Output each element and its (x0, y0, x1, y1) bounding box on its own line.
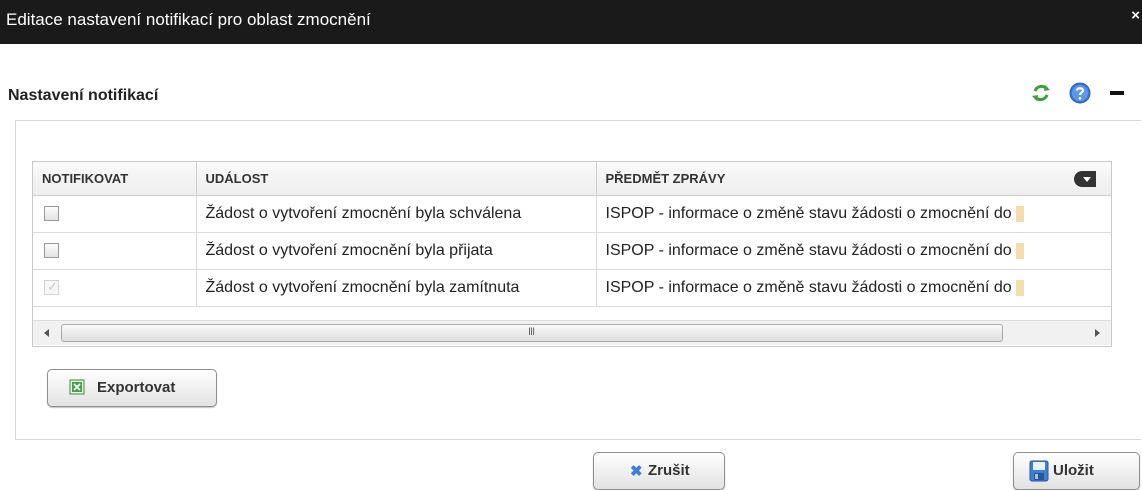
cancel-x-icon: ✖ (630, 463, 643, 480)
notify-checkbox: ✓ (44, 279, 59, 296)
cut-off-cell-marker (1015, 205, 1024, 222)
section-title: Nastavení notifikací (8, 87, 159, 104)
cancel-button-label: Zrušit (648, 462, 690, 479)
subject-cell: ISPOP - informace o změně stavu žádosti … (596, 269, 1111, 307)
subject-cell: ISPOP - informace o změně stavu žádosti … (596, 195, 1111, 233)
column-header-notify[interactable]: NOTIFIKOVAT (33, 162, 197, 196)
excel-icon (69, 379, 85, 395)
subject-cell: ISPOP - informace o změně stavu žádosti … (596, 232, 1111, 270)
scrollbar-grip: III (528, 326, 535, 338)
cut-off-cell-marker (1015, 279, 1024, 296)
notifications-grid: NOTIFIKOVAT UDÁLOST PŘEDMĚT ZPRÁVY Žádos… (32, 161, 1112, 347)
save-disk-icon (1029, 460, 1049, 482)
table-row[interactable]: Žádost o vytvoření zmocnění byla přijata… (33, 232, 1111, 270)
refresh-icon[interactable] (1030, 82, 1052, 104)
subject-text: ISPOP - informace o změně stavu žádosti … (605, 279, 1012, 296)
cancel-button[interactable]: ✖ Zrušit (593, 452, 725, 490)
event-cell: Žádost o vytvoření zmocnění byla schvále… (196, 195, 597, 233)
save-button[interactable]: Uložit (1013, 452, 1140, 490)
notify-cell: ✓ (33, 269, 197, 307)
notify-checkbox[interactable] (44, 243, 59, 259)
subject-text: ISPOP - informace o změně stavu žádosti … (605, 205, 1012, 222)
help-icon[interactable] (1068, 81, 1092, 105)
dialog-titlebar: Editace nastavení notifikací pro oblast … (0, 0, 1142, 44)
column-header-subject[interactable]: PŘEDMĚT ZPRÁVY (596, 162, 1111, 196)
notify-checkbox[interactable] (44, 206, 59, 222)
grid-header-row: NOTIFIKOVAT UDÁLOST PŘEDMĚT ZPRÁVY (33, 162, 1111, 196)
event-cell: Žádost o vytvoření zmocnění byla přijata (196, 232, 597, 270)
cut-off-cell-marker (1015, 242, 1024, 259)
table-row[interactable]: ✓ Žádost o vytvoření zmocnění byla zamítn… (33, 269, 1111, 307)
export-button[interactable]: Exportovat (47, 369, 217, 407)
checkmark-icon: ✓ (47, 279, 58, 295)
save-button-label: Uložit (1053, 462, 1094, 479)
close-icon[interactable]: × (1131, 7, 1140, 24)
column-header-event[interactable]: UDÁLOST (196, 162, 597, 196)
subject-text: ISPOP - informace o změně stavu žádosti … (605, 242, 1012, 259)
minimize-icon[interactable] (1110, 91, 1124, 95)
scroll-right-icon[interactable] (1089, 325, 1105, 341)
scrollbar-thumb[interactable]: III (61, 324, 1003, 342)
scroll-left-icon[interactable] (39, 325, 55, 341)
column-menu-icon[interactable] (1073, 171, 1096, 187)
horizontal-scrollbar[interactable]: III (33, 320, 1111, 345)
dialog-title: Editace nastavení notifikací pro oblast … (6, 10, 371, 29)
event-cell: Žádost o vytvoření zmocnění byla zamítnu… (196, 269, 597, 307)
table-row[interactable]: Žádost o vytvoření zmocnění byla schvále… (33, 195, 1111, 233)
export-button-label: Exportovat (97, 379, 176, 396)
column-header-subject-label: PŘEDMĚT ZPRÁVY (605, 171, 726, 186)
notify-cell (33, 195, 197, 233)
notify-cell (33, 232, 197, 270)
